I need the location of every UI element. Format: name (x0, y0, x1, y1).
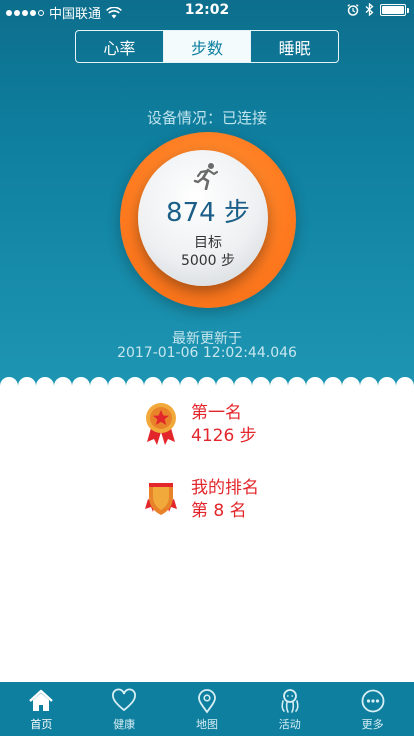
device-status: 设备情况：已连接 (146, 109, 267, 127)
tab-steps[interactable]: 步数 (163, 31, 252, 62)
tab-health[interactable]: 健康 (83, 682, 166, 736)
heart-icon (112, 688, 137, 712)
bottom-tab-bar: 首页 健康 地图 活动 更多 (0, 682, 414, 736)
status-bar: 中国联通 12:02 (0, 0, 414, 22)
tab-home[interactable]: 首页 (0, 682, 83, 736)
battery-icon (380, 3, 409, 16)
tab-map[interactable]: 地图 (166, 682, 249, 736)
activity-icon (281, 689, 299, 713)
tab-more[interactable]: 更多 (331, 682, 414, 736)
home-icon (29, 689, 54, 711)
first-place-steps: 4126 步 (191, 426, 257, 446)
goal-value: 5000 步 (180, 253, 236, 269)
shield-badge-icon (145, 483, 177, 515)
first-place-title: 第一名 (191, 403, 242, 423)
tab-heart-rate[interactable]: 心率 (76, 31, 164, 62)
tab-activity-label: 活动 (278, 718, 301, 731)
tab-home-label: 首页 (30, 718, 53, 731)
alarm-icon (347, 3, 359, 16)
tab-sleep[interactable]: 睡眠 (251, 31, 338, 62)
first-place-row: 第一名 4126 步 (145, 402, 257, 448)
tab-health-label: 健康 (113, 718, 136, 731)
scalloped-divider (0, 372, 414, 395)
my-rank-row: 我的排名 第 8 名 (145, 477, 259, 523)
goal-label: 目标 (194, 235, 222, 251)
steps-panel: 中国联通 12:02 心率 步数 睡眠 设备情况：已连接 874 步 目标 50… (0, 0, 414, 395)
tab-more-label: 更多 (361, 718, 384, 731)
tab-map-label: 地图 (195, 718, 218, 731)
more-icon (361, 689, 384, 713)
tab-activity[interactable]: 活动 (248, 682, 331, 736)
running-icon (193, 163, 219, 190)
my-rank-value: 第 8 名 (191, 501, 247, 521)
medal-icon (146, 403, 176, 445)
last-updated-time: 2017-01-06 12:02:44.046 (117, 345, 297, 361)
metric-tabs: 心率 步数 睡眠 (75, 30, 339, 63)
bluetooth-icon (365, 3, 374, 16)
my-rank-title: 我的排名 (191, 478, 259, 498)
steps-count: 874 步 (166, 198, 250, 228)
map-pin-icon (198, 689, 216, 714)
